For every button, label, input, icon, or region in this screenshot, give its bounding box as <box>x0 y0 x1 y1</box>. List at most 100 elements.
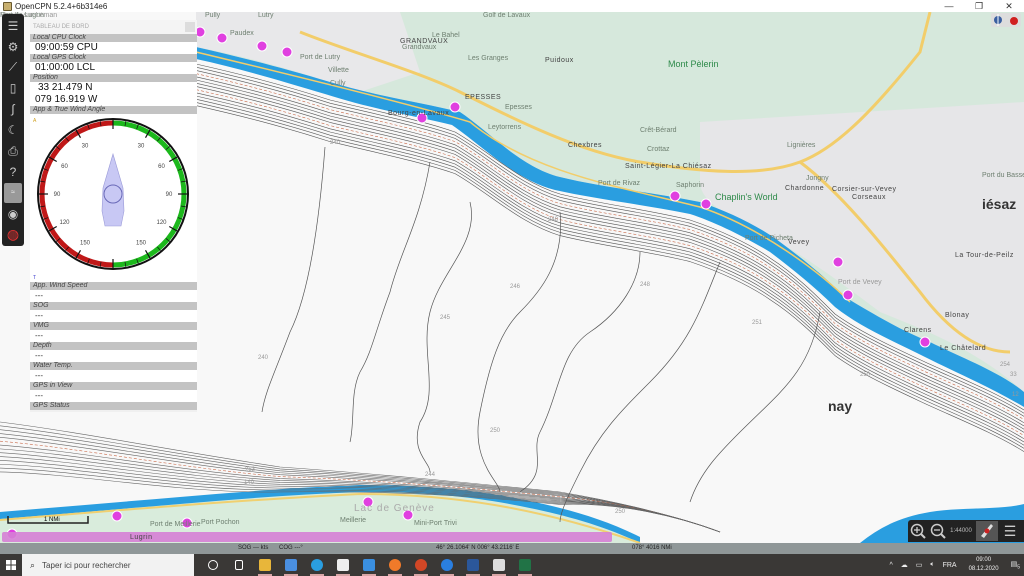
dashboard-caption[interactable]: TABLEAU DE BORD <box>30 20 197 34</box>
longitude-value: 079 16.919 W <box>30 94 197 106</box>
instrument-value: --- <box>30 350 197 362</box>
opencpn-logo-icon <box>3 1 12 11</box>
instrument-title: GPS Status <box>30 402 197 410</box>
taskbar-file-explorer-button[interactable] <box>252 554 278 576</box>
marina-marker[interactable] <box>256 40 268 52</box>
toolbar-track-button[interactable]: ∫ <box>4 100 22 119</box>
instrument-value: --- <box>30 290 197 302</box>
taskbar-excel-button[interactable] <box>512 554 538 576</box>
depth-sounding: 251 <box>752 320 763 326</box>
map-label: Corsier-sur-Vevey <box>832 186 897 193</box>
zoom-out-button[interactable] <box>928 521 948 541</box>
main-toolbar: ☰ ⚙ ⟋ ▯ ∫ ☾ ⎙? ≈ ◉ ◍ <box>2 14 24 246</box>
map-label: Port de Picheta <box>745 235 793 242</box>
chart-menu-button[interactable]: ☰ <box>1000 521 1020 541</box>
depth-sounding: 246 <box>510 284 521 290</box>
help-icon: ? <box>9 165 17 180</box>
compass-widget[interactable] <box>991 13 1021 27</box>
taskbar-powerpoint-button[interactable] <box>408 554 434 576</box>
map-label: Crêt-Bérard <box>640 127 677 134</box>
clock[interactable]: 09:00 08.12.2020 <box>969 556 999 574</box>
dashboard-title: TABLEAU DE BORD <box>33 24 89 30</box>
notifications-button[interactable]: ▤5 <box>1011 560 1020 570</box>
taskbar-edge-button[interactable] <box>304 554 330 576</box>
start-button[interactable] <box>0 554 22 576</box>
taskbar-store-button[interactable] <box>278 554 304 576</box>
window-title: OpenCPN 5.2.4+6b314e6 <box>15 1 108 11</box>
map-label: Le Châtelard <box>940 345 987 352</box>
map-label: Le Bahel <box>432 32 460 39</box>
toolbar-night-mode-button[interactable]: ☾ <box>4 121 22 140</box>
taskbar-cortana-button[interactable] <box>200 554 226 576</box>
maximize-button[interactable]: ❐ <box>964 0 994 12</box>
map-label: Puidoux <box>545 57 574 64</box>
clock-date: 08.12.2020 <box>968 566 999 572</box>
apparent-corner-label: A <box>33 118 37 124</box>
taskbar-task-view-button[interactable] <box>226 554 252 576</box>
map-label: Chexbres <box>568 142 602 149</box>
marina-marker[interactable] <box>111 510 123 522</box>
follow-ship-button[interactable] <box>976 521 998 541</box>
toolbar-waypoint-manager-button[interactable]: ▯ <box>4 79 22 98</box>
map-label: Grandvaux <box>402 44 437 51</box>
map-label: Chaplin's World <box>715 192 778 202</box>
instrument-title: Position <box>30 74 197 82</box>
notification-count: 5 <box>1017 564 1020 571</box>
map-label: Chardonne <box>785 185 825 192</box>
close-button[interactable]: ✕ <box>994 0 1024 12</box>
marina-marker[interactable] <box>216 32 228 44</box>
dial-tick-label: 150 <box>136 240 147 246</box>
toolbar-ais-button[interactable]: ◉ <box>4 204 22 223</box>
taskbar-mail-button[interactable] <box>356 554 382 576</box>
map-label: Port de Meillerie <box>150 521 201 528</box>
minimize-button[interactable]: — <box>934 0 964 12</box>
taskbar-search-box[interactable]: ⌕ Taper ici pour rechercher <box>22 554 194 576</box>
ais-icon: ◉ <box>7 206 19 221</box>
network-icon[interactable]: ▭ <box>916 561 923 569</box>
toolbar-route-button[interactable]: ⟋ <box>4 58 22 77</box>
toolbar-mob-button[interactable]: ◍ <box>4 225 22 244</box>
clock-time: 09:00 <box>976 557 992 563</box>
toolbar-settings-button[interactable]: ⚙ <box>4 37 22 56</box>
map-label: Epesses <box>505 104 532 111</box>
zoom-in-button[interactable] <box>908 521 928 541</box>
marina-marker[interactable] <box>449 101 461 113</box>
depth-sounding: 250 <box>860 372 871 378</box>
depth-sounding: 254 <box>1000 362 1011 368</box>
language-indicator[interactable]: FRA <box>943 562 957 569</box>
taskbar-dropbox-button[interactable] <box>330 554 356 576</box>
taskbar-word-button[interactable] <box>460 554 486 576</box>
route-icon: ⟋ <box>8 60 18 75</box>
marina-marker[interactable] <box>669 190 681 202</box>
title-bar: OpenCPN 5.2.4+6b314e6 — ❐ ✕ <box>0 0 1024 12</box>
taskbar-firefox-button[interactable] <box>382 554 408 576</box>
tray-chevron-icon[interactable]: ^ <box>889 562 892 569</box>
dashboard-close-button[interactable] <box>185 22 195 32</box>
zoom-in-icon <box>910 523 926 539</box>
toolbar-print-button[interactable]: ⎙ <box>4 141 22 160</box>
marina-marker[interactable] <box>842 289 854 301</box>
edge-icon <box>311 559 323 571</box>
depth-sounding: 12 <box>1012 392 1019 398</box>
map-label: La Tour-de-Peilz <box>955 252 1014 259</box>
marina-marker[interactable] <box>281 46 293 58</box>
dial-tick-label: 90 <box>54 192 61 198</box>
toolbar-help-button[interactable]: ? <box>4 162 22 181</box>
north-arrow-icon <box>994 14 1002 26</box>
volume-icon[interactable]: 🔈︎ <box>930 561 934 569</box>
chart-scale: 1:44000 <box>950 528 972 534</box>
marina-marker[interactable] <box>919 336 931 348</box>
depth-sounding: 248 <box>548 217 559 223</box>
taskbar-teamviewer-button[interactable] <box>434 554 460 576</box>
toolbar-dashboard-button[interactable]: ≈ <box>4 183 22 203</box>
marina-marker[interactable] <box>700 198 712 210</box>
teamviewer-icon <box>441 559 453 571</box>
marina-marker[interactable] <box>832 256 844 268</box>
taskbar-opencpn-button[interactable] <box>486 554 512 576</box>
instrument-value: --- <box>30 330 197 342</box>
onedrive-icon[interactable]: ☁ <box>901 561 908 569</box>
cortana-icon <box>208 560 218 570</box>
sog-readout: SOG --- kts <box>238 545 269 551</box>
toolbar-menu-button[interactable]: ☰ <box>4 16 22 35</box>
cog-readout: COG ---° <box>279 545 303 551</box>
